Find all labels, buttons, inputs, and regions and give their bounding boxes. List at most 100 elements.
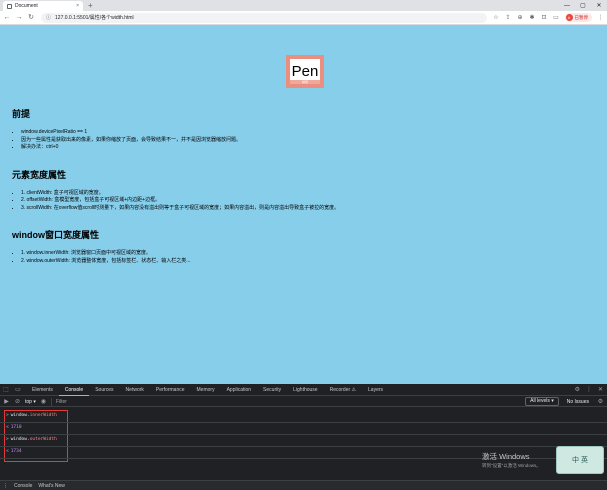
extension-icon[interactable]: ⊕ — [517, 14, 524, 21]
puzzle-icon[interactable]: ✱ — [529, 14, 536, 21]
address-bar[interactable]: ⓘ 127.0.0.1:5501/属性/各个width.html — [41, 12, 487, 23]
page-content: 前提 window.devicePixelRatio == 1 因为一些属性是获… — [12, 107, 592, 281]
new-tab-button[interactable]: + — [88, 1, 93, 10]
premise-list: window.devicePixelRatio == 1 因为一些属性是获取出来… — [12, 129, 592, 152]
reload-button[interactable]: ↻ — [27, 14, 35, 22]
close-icon[interactable]: × — [76, 3, 79, 9]
result-arrow-icon: < — [6, 425, 9, 430]
drawer-menu-icon[interactable]: ⋮ — [3, 483, 8, 489]
pen-box: Pen 拼音 — [286, 55, 324, 88]
section-heading-element-width: 元素宽度属性 — [12, 169, 67, 180]
list-item: 3. scrollWidth: 在overflow值scroll时测量下，如果内… — [21, 205, 592, 213]
sidebar-toggle-icon[interactable]: ▶ — [3, 398, 10, 405]
menu-icon[interactable]: ⋮ — [597, 14, 604, 21]
tab-lighthouse[interactable]: Lighthouse — [287, 384, 323, 396]
command-property: outerWidth — [29, 437, 57, 442]
drawer-tabs: ⋮ Console What's New — [0, 480, 607, 490]
result-arrow-icon: < — [6, 449, 9, 454]
list-item: window.devicePixelRatio == 1 — [21, 129, 592, 137]
page-icon — [7, 3, 12, 9]
inspect-icon[interactable]: ⬚ — [2, 386, 10, 394]
url-text: 127.0.0.1:5501/属性/各个width.html — [55, 15, 134, 21]
section-heading-premise: 前提 — [12, 109, 31, 119]
list-item: 因为一些属性是获取出来的像素，如果你缩放了页面，会导致结果不一，并不是因浏览器缩… — [21, 137, 592, 145]
tab-recorder[interactable]: Recorder ⚠ — [324, 384, 362, 396]
side-panel-icon[interactable]: ▭ — [553, 14, 560, 21]
device-toggle-icon[interactable]: ▭ — [14, 386, 22, 394]
ime-widget[interactable]: 中 英 — [556, 446, 604, 474]
ime-english-label: 英 — [581, 457, 588, 464]
context-select[interactable]: top ▾ — [25, 399, 36, 405]
devtools-actions: ⚙ ⋮ ✕ — [575, 386, 607, 393]
page-viewport: Pen 拼音 前提 window.devicePixelRatio == 1 因… — [0, 25, 607, 384]
clear-console-icon[interactable]: ⊘ — [14, 398, 21, 405]
share-icon[interactable]: ⇪ — [505, 14, 512, 21]
tab-search-icon[interactable]: ⊡ — [541, 14, 548, 21]
tab-application[interactable]: Application — [221, 384, 257, 396]
close-window-button[interactable]: ✕ — [591, 0, 607, 11]
tab-console[interactable]: Console — [58, 384, 90, 396]
info-icon[interactable]: ⓘ — [46, 14, 51, 21]
drawer-tab-whats-new[interactable]: What's New — [38, 483, 65, 489]
list-item: 2. window.outerWidth: 浏览器整体宽度，包括标签栏、状态栏、… — [21, 258, 592, 266]
result-value: 1734 — [10, 449, 22, 454]
drawer-tab-console[interactable]: Console — [14, 483, 32, 489]
profile-button[interactable]: A 已暂停 — [564, 13, 592, 22]
divider — [0, 434, 607, 435]
command-object: window. — [10, 413, 30, 418]
ime-chinese-label: 中 — [572, 457, 579, 464]
section-heading-window-width: window窗口宽度属性 — [12, 230, 99, 240]
issues-counter[interactable]: No Issues — [563, 399, 593, 405]
list-item: 解决办法：ctrl+0 — [21, 144, 592, 152]
pen-label: Pen — [291, 63, 319, 80]
bookmark-star-icon[interactable]: ☆ — [493, 14, 500, 21]
minimize-button[interactable]: — — [559, 0, 575, 11]
close-icon[interactable]: ✕ — [598, 386, 603, 393]
pen-sub-label: 拼音 — [290, 80, 320, 84]
element-width-list: 1. clientWidth: 盒子可视区域的宽度。 2. offsetWidt… — [12, 190, 592, 213]
back-button[interactable]: ← — [3, 14, 11, 22]
list-item: 1. window.innerWidth: 浏览器窗口页面中可视区域的宽度。 — [21, 250, 592, 258]
list-item: 2. offsetWidth: 盒模型宽度，包括盒子可视区域+内边距+边框。 — [21, 197, 592, 205]
more-icon[interactable]: ⋮ — [586, 386, 592, 393]
tab-sources[interactable]: Sources — [89, 384, 119, 396]
devtools-panel: ⬚ ▭ Elements Console Sources Network Per… — [0, 384, 607, 490]
log-levels-select[interactable]: All levels ▾ — [525, 397, 559, 406]
activation-title: 激活 Windows — [482, 452, 530, 461]
windows-activation-watermark: 激活 Windows 转到"设置"以激活 Windows。 — [482, 451, 541, 469]
window-controls: — ▢ ✕ — [559, 0, 607, 11]
command-property: innerWidth — [29, 413, 57, 418]
result-value: 1710 — [10, 425, 22, 430]
devtools-tabs: ⬚ ▭ Elements Console Sources Network Per… — [0, 384, 607, 396]
divider — [0, 446, 607, 447]
gear-icon[interactable]: ⚙ — [575, 386, 580, 393]
filter-input[interactable]: Filter — [50, 397, 521, 406]
console-output[interactable]: > window.innerWidth <1710 > window.outerWi… — [0, 407, 607, 481]
divider — [0, 422, 607, 423]
eye-icon[interactable]: ◉ — [40, 398, 47, 405]
tab-memory[interactable]: Memory — [191, 384, 221, 396]
console-settings-icon[interactable]: ⚙ — [597, 398, 604, 405]
activation-subtitle: 转到"设置"以激活 Windows。 — [482, 463, 541, 468]
profile-status: 已暂停 — [574, 14, 589, 20]
tab-network[interactable]: Network — [120, 384, 150, 396]
tab-document[interactable]: Document × — [3, 1, 83, 11]
maximize-button[interactable]: ▢ — [575, 0, 591, 11]
window-width-list: 1. window.innerWidth: 浏览器窗口页面中可视区域的宽度。 2… — [12, 250, 592, 265]
list-item: 1. clientWidth: 盒子可视区域的宽度。 — [21, 190, 592, 198]
tab-title: Document — [15, 3, 38, 9]
tab-layers[interactable]: Layers — [362, 384, 389, 396]
console-result: <1710 — [6, 425, 22, 430]
tab-performance[interactable]: Performance — [150, 384, 191, 396]
console-command: > window.outerWidth — [6, 437, 57, 442]
tab-security[interactable]: Security — [257, 384, 287, 396]
browser-toolbar: ← → ↻ ⓘ 127.0.0.1:5501/属性/各个width.html ☆… — [0, 11, 607, 25]
tab-elements[interactable]: Elements — [26, 384, 59, 396]
command-object: window. — [10, 437, 30, 442]
prompt-arrow-icon: > — [6, 413, 9, 418]
toolbar-icons: ☆ ⇪ ⊕ ✱ ⊡ ▭ A 已暂停 ⋮ — [493, 13, 605, 22]
console-command: > window.innerWidth — [6, 413, 57, 418]
tab-strip: Document × + — ▢ ✕ — [0, 0, 607, 11]
forward-button[interactable]: → — [15, 14, 23, 22]
prompt-arrow-icon: > — [6, 437, 9, 442]
